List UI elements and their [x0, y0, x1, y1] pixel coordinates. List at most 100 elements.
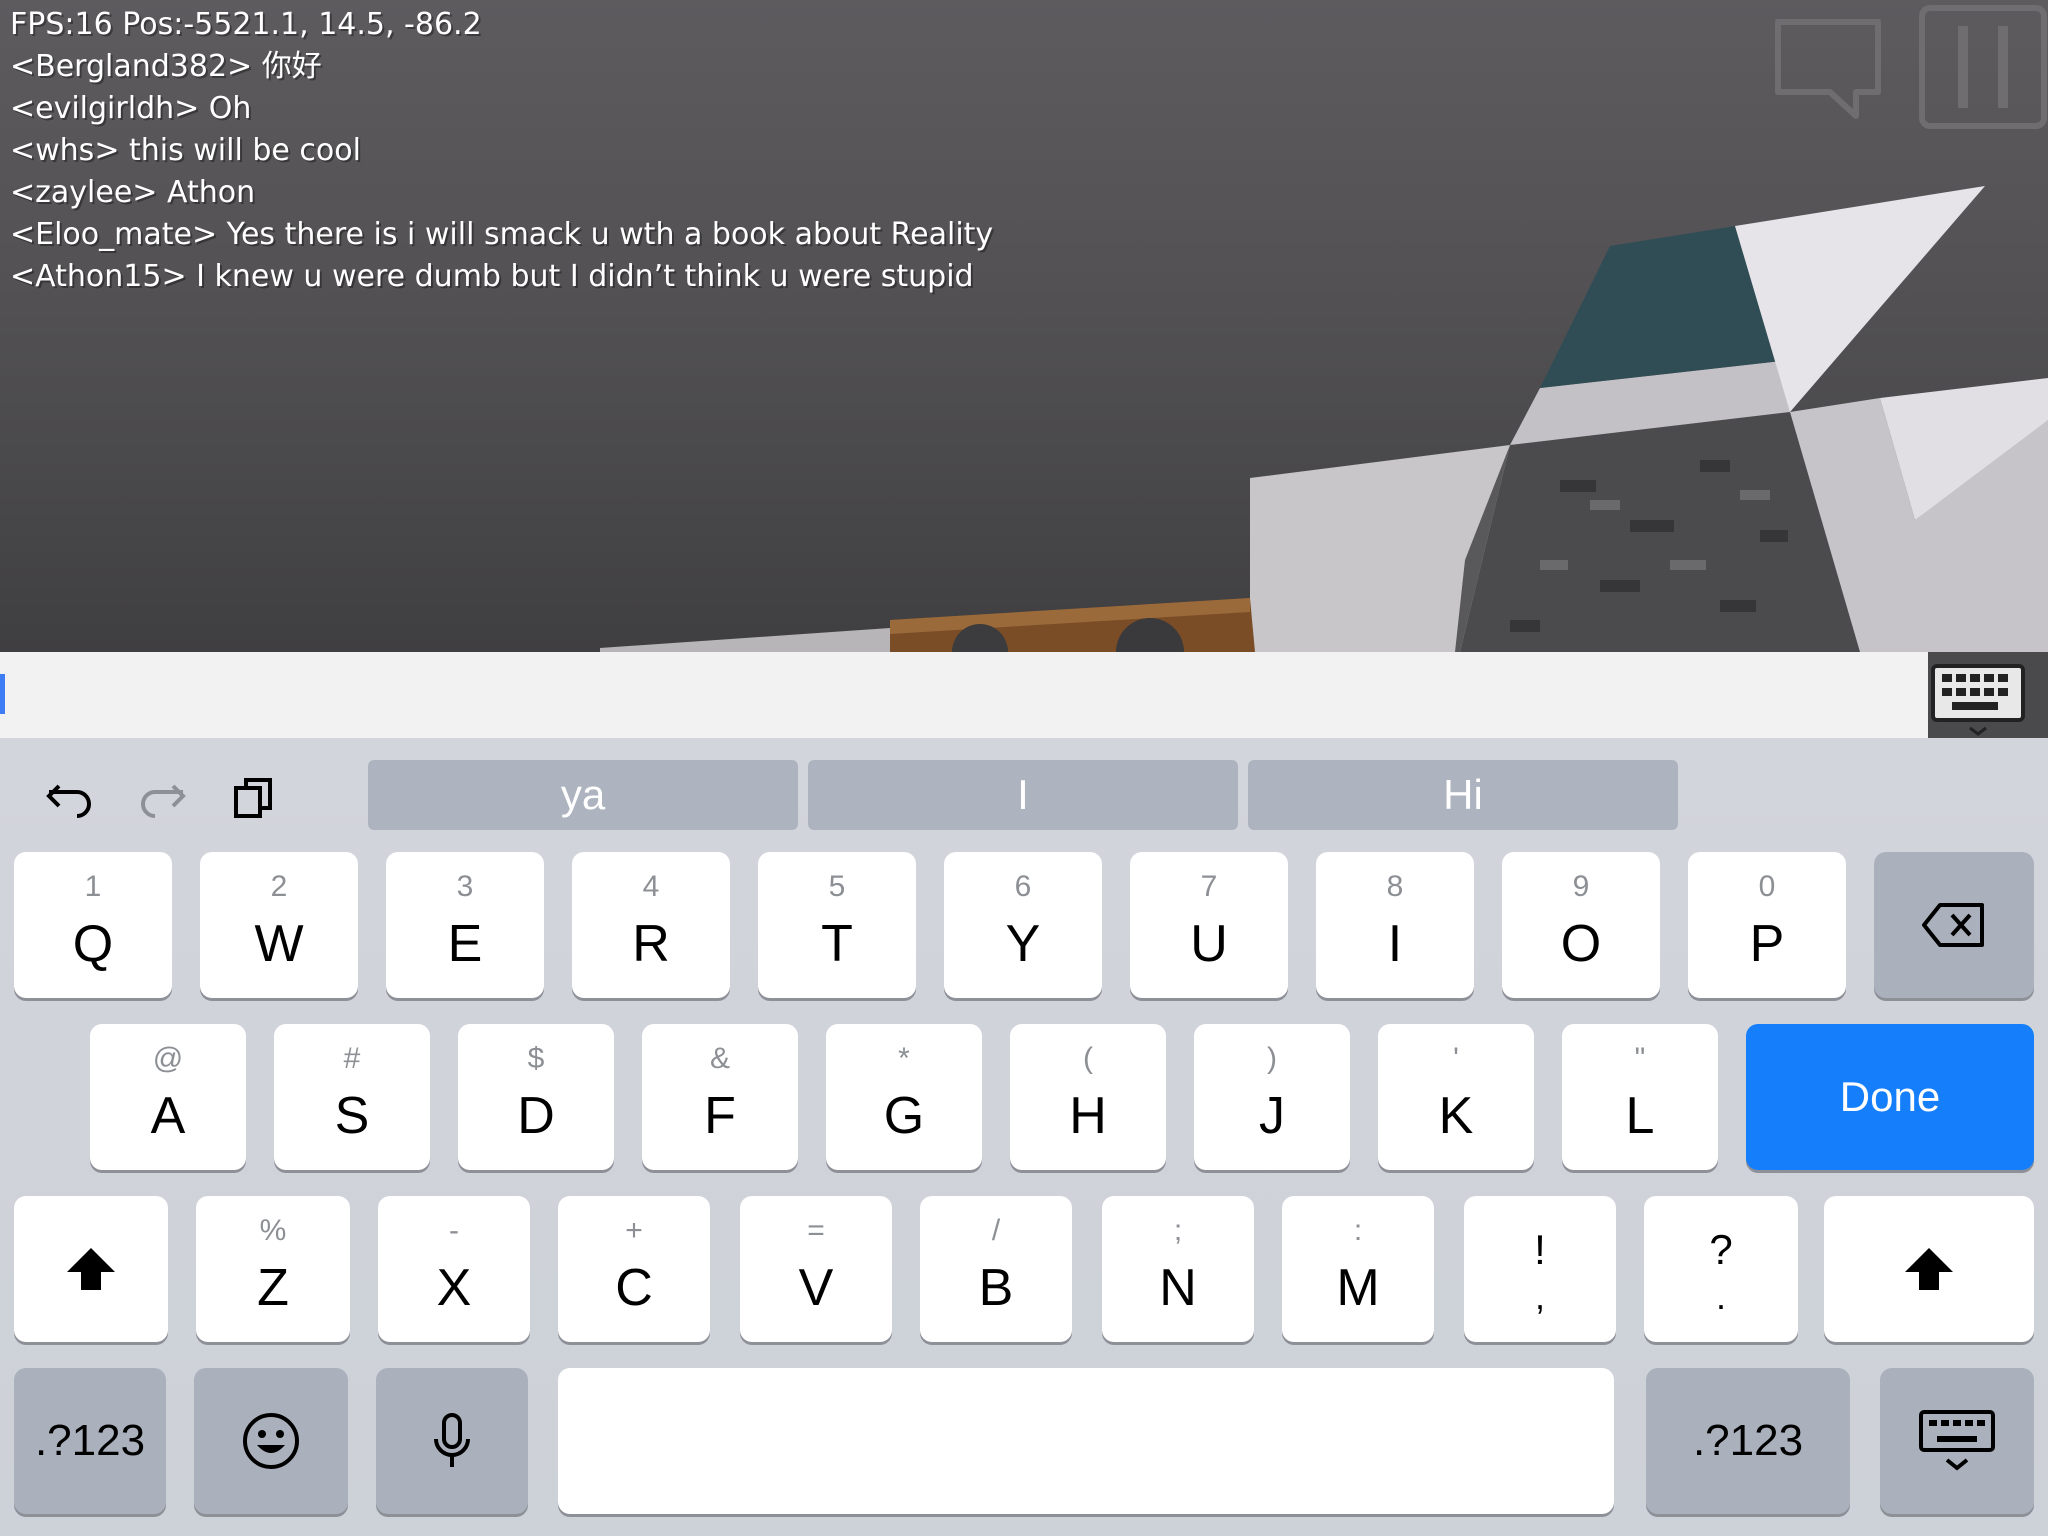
fps-position-readout: FPS:16 Pos:-5521.1, 14.5, -86.2: [10, 7, 482, 42]
shift-right-key[interactable]: [1824, 1196, 2034, 1342]
key-w[interactable]: 2W: [200, 852, 358, 998]
dismiss-keyboard-key[interactable]: [1880, 1368, 2034, 1514]
key-alt: :: [1353, 1214, 1363, 1247]
key-alt: &: [709, 1042, 730, 1075]
key-label: G: [883, 1087, 925, 1145]
key-label: .: [1715, 1276, 1726, 1317]
redo-button[interactable]: [132, 768, 192, 828]
key-label: N: [1159, 1259, 1197, 1317]
done-key[interactable]: Done: [1746, 1024, 2034, 1170]
key-alt: 3: [456, 870, 474, 903]
key-alt: ): [1267, 1042, 1277, 1075]
key-label: Z: [257, 1259, 289, 1317]
key-y[interactable]: 6Y: [944, 852, 1102, 998]
key-label: S: [334, 1087, 370, 1145]
key-alt: /: [991, 1214, 1001, 1247]
key-a[interactable]: @ A: [90, 1024, 246, 1170]
key-alt: ': [1453, 1042, 1459, 1075]
keyboard-toggle-button[interactable]: [1928, 652, 2048, 738]
suggestion-1[interactable]: ya: [368, 760, 798, 830]
key-label: ,: [1534, 1276, 1545, 1317]
pause-icon: [1919, 5, 2047, 129]
microphone-icon: [376, 1368, 528, 1514]
numbers-left-key[interactable]: .?123: [14, 1368, 166, 1514]
suggestion-2[interactable]: I: [808, 760, 1238, 830]
key-label: R: [632, 915, 670, 973]
key-f[interactable]: & F: [642, 1024, 798, 1170]
shift-left-key[interactable]: [14, 1196, 168, 1342]
key-b[interactable]: / B: [920, 1196, 1072, 1342]
paste-button[interactable]: [224, 768, 284, 828]
key-alt: 7: [1200, 870, 1218, 903]
key-label: U: [1190, 915, 1228, 973]
key-label: B: [978, 1259, 1014, 1317]
key-o[interactable]: 9O: [1502, 852, 1660, 998]
key-label: M: [1336, 1259, 1380, 1317]
key-label: L: [1625, 1087, 1655, 1145]
key-z[interactable]: % Z: [196, 1196, 350, 1342]
key-label: D: [517, 1087, 555, 1145]
emoji-key[interactable]: [194, 1368, 348, 1514]
chat-message: <Bergland382> 你好: [10, 49, 322, 84]
key-alt: $: [527, 1042, 545, 1075]
key-label: K: [1438, 1087, 1474, 1145]
text-cursor: [0, 674, 5, 714]
key-e[interactable]: 3E: [386, 852, 544, 998]
chat-input-field[interactable]: [0, 652, 1928, 738]
key-shift-label: ?: [1709, 1226, 1733, 1273]
key-label: J: [1259, 1087, 1285, 1145]
key-p[interactable]: 0P: [1688, 852, 1846, 998]
chat-message: <evilgirldh> Oh: [10, 91, 252, 126]
key-label: I: [1387, 915, 1403, 973]
key-c[interactable]: + C: [558, 1196, 710, 1342]
key-question-period[interactable]: ?.: [1644, 1196, 1798, 1342]
chat-message: <zaylee> Athon: [10, 175, 256, 210]
key-l[interactable]: " L: [1562, 1024, 1718, 1170]
key-m[interactable]: :M: [1282, 1196, 1434, 1342]
key-label: E: [447, 915, 483, 973]
undo-button[interactable]: [40, 768, 100, 828]
key-alt: @: [152, 1042, 184, 1075]
key-t[interactable]: 5T: [758, 852, 916, 998]
key-q[interactable]: 1Q: [14, 852, 172, 998]
key-label: H: [1069, 1087, 1107, 1145]
key-alt: 0: [1758, 870, 1776, 903]
key-r[interactable]: 4R: [572, 852, 730, 998]
key-alt: %: [259, 1214, 287, 1247]
key-alt: =: [807, 1214, 825, 1247]
chat-message: <whs> this will be cool: [10, 133, 361, 168]
space-key[interactable]: [558, 1368, 1614, 1514]
chat-button[interactable]: [1768, 12, 1888, 126]
game-viewport[interactable]: FPS:16 Pos:-5521.1, 14.5, -86.2 <Berglan…: [0, 0, 2048, 652]
hud-overlay: FPS:16 Pos:-5521.1, 14.5, -86.2 <Berglan…: [10, 4, 993, 298]
speech-bubble-icon: [1775, 19, 1881, 119]
key-alt: 5: [828, 870, 846, 903]
key-u[interactable]: 7U: [1130, 852, 1288, 998]
done-label: Done: [1839, 1073, 1941, 1120]
key-i[interactable]: 8I: [1316, 852, 1474, 998]
key-shift-label: !: [1534, 1226, 1546, 1273]
key-alt: *: [898, 1042, 910, 1075]
key-d[interactable]: $ D: [458, 1024, 614, 1170]
chat-message: <Eloo_mate> Yes there is i will smack u …: [10, 217, 994, 252]
numbers-left-label: .?123: [34, 1416, 146, 1465]
key-alt: -: [449, 1214, 459, 1247]
key-v[interactable]: = V: [740, 1196, 892, 1342]
suggestion-3[interactable]: Hi: [1248, 760, 1678, 830]
key-s[interactable]: # S: [274, 1024, 430, 1170]
delete-key[interactable]: [1874, 852, 2034, 998]
pause-button[interactable]: [1918, 4, 2048, 134]
key-label: O: [1560, 915, 1602, 973]
key-n[interactable]: ; N: [1102, 1196, 1254, 1342]
key-h[interactable]: (H: [1010, 1024, 1166, 1170]
key-k[interactable]: ' K: [1378, 1024, 1534, 1170]
key-j[interactable]: ) J: [1194, 1024, 1350, 1170]
key-x[interactable]: -X: [378, 1196, 530, 1342]
paste-icon: [234, 778, 272, 818]
key-label: A: [150, 1087, 186, 1145]
numbers-right-key[interactable]: .?123: [1646, 1368, 1850, 1514]
chat-message: <Athon15> I knew u were dumb but I didn’…: [10, 259, 974, 294]
microphone-key[interactable]: [376, 1368, 528, 1514]
key-g[interactable]: * G: [826, 1024, 982, 1170]
key-exclamation-comma[interactable]: !,: [1464, 1196, 1616, 1342]
